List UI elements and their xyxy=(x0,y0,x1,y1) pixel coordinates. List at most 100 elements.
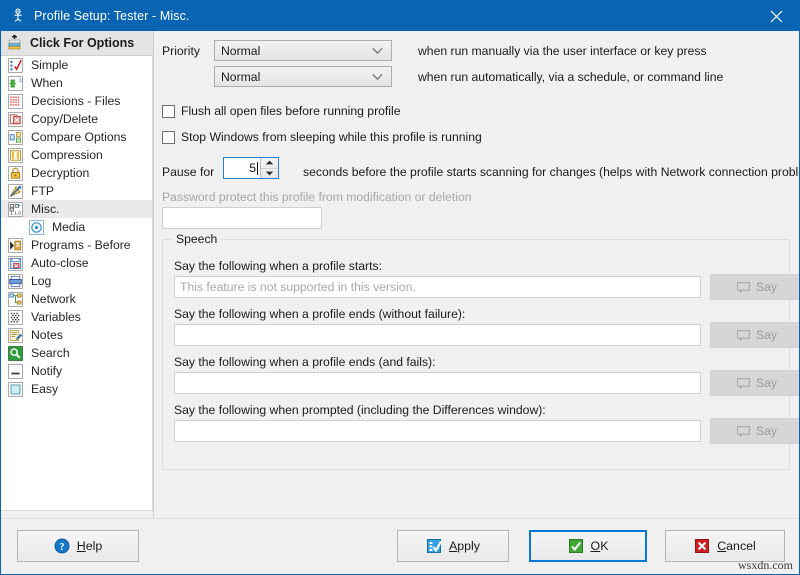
sidebar-item-label: Compare Options xyxy=(31,130,127,144)
speech-balloon-icon xyxy=(737,378,750,389)
sidebar-item-network[interactable]: Network xyxy=(1,290,152,308)
speech-field-input-0[interactable]: This feature is not supported in this ve… xyxy=(174,276,701,298)
watermark: wsxdn.com xyxy=(738,558,793,573)
say-button-label: Say xyxy=(756,424,777,438)
close-button[interactable] xyxy=(753,1,799,31)
sidebar-item-misc[interactable]: 1.1.0Misc. xyxy=(1,200,152,218)
say-button-wrap-0: Say xyxy=(710,274,800,300)
pause-seconds-stepper[interactable]: 5 xyxy=(223,157,279,179)
sidebar-item-simple[interactable]: Simple xyxy=(1,56,152,74)
password-protect-label: Password protect this profile from modif… xyxy=(162,190,472,204)
flush-files-label: Flush all open files before running prof… xyxy=(181,105,401,118)
sidebar-item-label: Network xyxy=(31,292,76,306)
svg-text:?: ? xyxy=(59,542,64,553)
say-button-2[interactable]: Say xyxy=(710,370,800,396)
notes-icon xyxy=(8,328,23,343)
stop-sleeping-checkbox[interactable]: Stop Windows from sleeping while this pr… xyxy=(162,131,482,144)
sidebar-item-when[interactable]: 10 When xyxy=(1,74,152,92)
sidebar-item-compression[interactable]: Compression xyxy=(1,146,152,164)
sidebar-item-label: Log xyxy=(31,274,51,288)
stepper-up-button[interactable] xyxy=(261,158,278,168)
sidebar-item-auto-close[interactable]: Auto-close xyxy=(1,254,152,272)
options-stack-icon xyxy=(7,35,23,51)
stepper-down-button[interactable] xyxy=(261,168,278,179)
sidebar-item-copy-delete[interactable]: Copy/Delete xyxy=(1,110,152,128)
priority-auto-combo[interactable]: Normal xyxy=(214,66,392,87)
ok-button[interactable]: OK xyxy=(529,530,647,562)
sidebar-item-label: Notify xyxy=(31,364,62,378)
password-field-wrap[interactable] xyxy=(162,207,322,229)
compression-icon xyxy=(8,148,23,163)
speech-field-label-1: Say the following when a profile ends (w… xyxy=(174,307,465,321)
sidebar-item-notes[interactable]: Notes xyxy=(1,326,152,344)
say-button-3[interactable]: Say xyxy=(710,418,800,444)
speech-field-input-1[interactable] xyxy=(174,324,701,346)
say-button-wrap-3: Say xyxy=(710,418,800,444)
help-button-label: Help xyxy=(77,539,103,553)
profile-setup-icon xyxy=(10,8,26,24)
sidebar-item-label: Search xyxy=(31,346,70,360)
sidebar-item-media[interactable]: Media xyxy=(1,218,152,236)
sidebar-item-label: Notes xyxy=(31,328,63,342)
say-button-wrap-2: Say xyxy=(710,370,800,396)
svg-text:10: 10 xyxy=(19,78,23,84)
speech-field-input-wrap-3 xyxy=(174,420,701,442)
checkbox-box xyxy=(162,105,175,118)
sidebar-item-label: Compression xyxy=(31,148,103,162)
chevron-down-icon xyxy=(372,47,383,54)
profile-setup-window: Profile Setup: Tester - Misc. Click For … xyxy=(0,0,800,575)
variables-icon xyxy=(8,310,23,325)
sidebar-item-compare-options[interactable]: Compare Options xyxy=(1,128,152,146)
sidebar-item-label: When xyxy=(31,76,63,90)
speech-balloon-icon xyxy=(737,426,750,437)
options-sidebar: Click For Options Simple 10 When Decisions … xyxy=(1,31,153,520)
pause-for-label: Pause for xyxy=(162,165,214,179)
sidebar-item-label: Media xyxy=(52,220,85,234)
pause-seconds-value-wrap[interactable]: 5 xyxy=(224,158,260,178)
simple-checklist-icon xyxy=(8,58,23,73)
apply-button[interactable]: Apply xyxy=(397,530,509,562)
say-button-label: Say xyxy=(756,280,777,294)
say-button-1[interactable]: Say xyxy=(710,322,800,348)
sidebar-item-easy[interactable]: Easy xyxy=(1,380,152,398)
flush-files-checkbox[interactable]: Flush all open files before running prof… xyxy=(162,105,401,118)
speech-group-title: Speech xyxy=(172,232,221,246)
speech-balloon-icon xyxy=(737,282,750,293)
decryption-lock-icon xyxy=(8,166,23,181)
priority-auto-value: Normal xyxy=(215,70,260,84)
sidebar-item-decryption[interactable]: Decryption xyxy=(1,164,152,182)
window-title: Profile Setup: Tester - Misc. xyxy=(34,9,190,23)
speech-field-label-2: Say the following when a profile ends (a… xyxy=(174,355,436,369)
sidebar-item-log[interactable]: Log xyxy=(1,272,152,290)
log-icon xyxy=(8,274,23,289)
sidebar-item-notify[interactable]: Notify xyxy=(1,362,152,380)
speech-balloon-icon xyxy=(737,330,750,341)
media-target-icon xyxy=(29,220,44,235)
password-field[interactable] xyxy=(162,207,322,229)
sidebar-item-variables[interactable]: Variables xyxy=(1,308,152,326)
misc-icon: 1.1.0 xyxy=(8,202,23,217)
stepper-buttons[interactable] xyxy=(260,158,278,178)
apply-checklist-icon xyxy=(426,538,442,554)
auto-close-icon xyxy=(8,256,23,271)
speech-field-input-2[interactable] xyxy=(174,372,701,394)
ftp-icon xyxy=(8,184,23,199)
say-button-label: Say xyxy=(756,328,777,342)
compare-options-icon xyxy=(8,130,23,145)
ok-check-icon xyxy=(568,538,584,554)
say-button-0[interactable]: Say xyxy=(710,274,800,300)
sidebar-item-label: FTP xyxy=(31,184,54,198)
speech-field-input-3[interactable] xyxy=(174,420,701,442)
click-for-options-label: Click For Options xyxy=(30,36,134,50)
click-for-options-header[interactable]: Click For Options xyxy=(1,31,153,56)
sidebar-item-programs-before[interactable]: Programs - Before xyxy=(1,236,152,254)
priority-manual-combo[interactable]: Normal xyxy=(214,40,392,61)
sidebar-item-decisions-files[interactable]: Decisions - Files xyxy=(1,92,152,110)
copy-delete-icon xyxy=(8,112,23,127)
priority-manual-value: Normal xyxy=(215,44,260,58)
sidebar-item-ftp[interactable]: FTP xyxy=(1,182,152,200)
apply-label-rest: pply xyxy=(457,539,480,553)
help-button[interactable]: ? Help xyxy=(17,530,139,562)
cancel-x-icon xyxy=(694,538,710,554)
sidebar-item-search[interactable]: Search xyxy=(1,344,152,362)
